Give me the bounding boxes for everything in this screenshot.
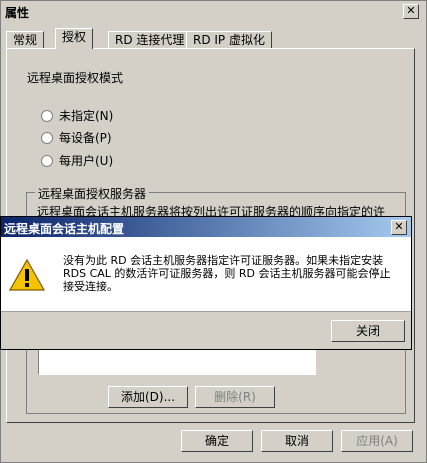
group-title: 远程桌面授权服务器 (35, 185, 150, 202)
dialog-message: 没有为此 RD 会话主机服务器指定许可证服务器。如果未指定安装 RDS CAL … (63, 254, 391, 293)
remove-button[interactable]: 删除(R) (195, 386, 275, 408)
window-title: 属性 (5, 6, 30, 20)
dialog-close-x-button[interactable]: ✕ (391, 220, 407, 235)
licensing-mode-label: 远程桌面授权模式 (27, 71, 124, 85)
warning-icon (8, 258, 46, 294)
window-close-button[interactable]: ✕ (403, 4, 419, 19)
radio-per-device[interactable]: 每设备(P) (41, 129, 112, 146)
tab-licensing[interactable]: 授权 (55, 28, 94, 49)
radio-per-user[interactable]: 每用户(U) (41, 152, 113, 169)
add-button[interactable]: 添加(D)... (108, 386, 188, 408)
dialog-body: 没有为此 RD 会话主机服务器指定许可证服务器。如果未指定安装 RDS CAL … (1, 237, 411, 311)
tab-general[interactable]: 常规 (6, 31, 45, 49)
dialog-divider (1, 311, 411, 312)
radio-label: 每设备(P) (59, 131, 112, 145)
ok-button[interactable]: 确定 (181, 430, 253, 452)
radio-unspecified[interactable]: 未指定(N) (41, 107, 113, 124)
dialog-close-button[interactable]: 关闭 (331, 320, 405, 342)
radio-label: 每用户(U) (59, 154, 114, 168)
close-icon: ✕ (394, 220, 404, 233)
tab-rd-connection-broker[interactable]: RD 连接代理 (108, 31, 192, 49)
apply-button[interactable]: 应用(A) (341, 430, 413, 452)
radio-button[interactable] (41, 109, 53, 122)
warning-dialog: 远程桌面会话主机配置 ✕ 没有为此 RD 会话主机服务器指定许可证服务器。如果未… (0, 216, 412, 350)
license-server-list[interactable] (38, 349, 316, 375)
dialog-title: 远程桌面会话主机配置 (4, 222, 125, 236)
radio-button[interactable] (41, 154, 53, 167)
tab-rd-ip-virtualization[interactable]: RD IP 虚拟化 (186, 31, 272, 49)
properties-titlebar: 属性 ✕ (1, 1, 426, 21)
cancel-button[interactable]: 取消 (261, 430, 333, 452)
dialog-titlebar: 远程桌面会话主机配置 ✕ (1, 217, 411, 237)
close-icon: ✕ (406, 4, 416, 17)
radio-label: 未指定(N) (59, 109, 114, 123)
radio-button[interactable] (41, 131, 53, 144)
